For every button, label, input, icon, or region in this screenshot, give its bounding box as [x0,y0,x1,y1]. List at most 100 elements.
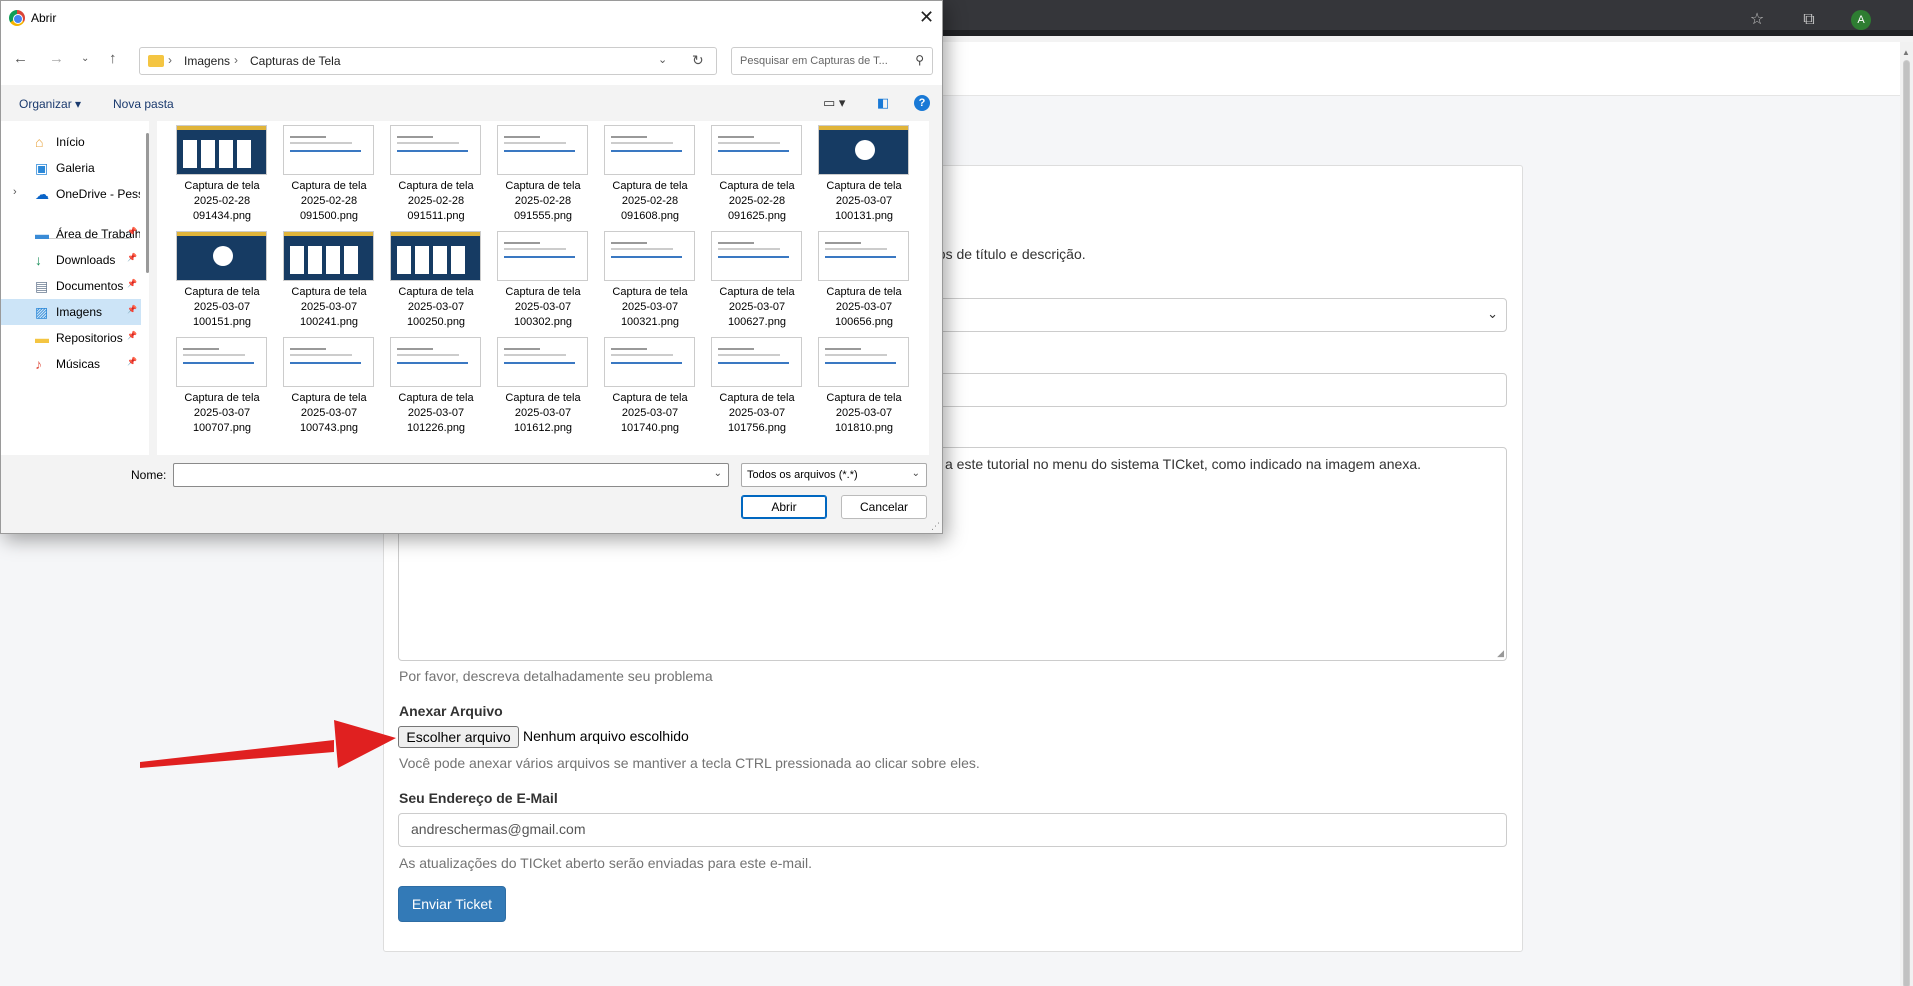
file-item[interactable]: Captura de tela 2025-03-07 101756.png [700,335,802,435]
profile-avatar[interactable]: A [1851,10,1871,30]
breadcrumb-capturas[interactable]: Capturas de Tela [250,54,341,68]
attach-label: Anexar Arquivo [399,703,503,719]
file-name-line: Captura de tela [184,180,260,192]
file-item[interactable]: Captura de tela 2025-03-07 101740.png [593,335,695,435]
submit-ticket-button[interactable]: Enviar Ticket [398,886,506,922]
file-item[interactable]: Captura de tela 2025-03-07 100743.png [272,335,374,435]
filename-input[interactable]: ⌄ [173,463,729,487]
file-thumbnail [283,125,374,175]
forward-arrow-icon[interactable]: → [49,49,64,69]
sidebar-item-repositorios[interactable]: ▬ Repositorios 📌 [1,325,141,351]
refresh-icon[interactable]: ↻ [692,52,704,69]
new-folder-button[interactable]: Nova pasta [113,97,174,111]
sidebar-item-label: Galeria [56,161,95,175]
file-item[interactable]: Captura de tela 2025-03-07 100627.png [700,229,802,329]
file-item[interactable]: Captura de tela 2025-03-07 100151.png [165,229,267,329]
pin-icon: 📌 [127,331,137,340]
email-input[interactable]: andreschermas@gmail.com [398,813,1507,847]
pin-icon: 📌 [127,305,137,314]
file-item[interactable]: Captura de tela 2025-03-07 101612.png [486,335,588,435]
file-item[interactable]: Captura de tela 2025-03-07 100321.png [593,229,695,329]
file-item[interactable]: Captura de tela 2025-02-28 091434.png [165,123,267,223]
close-icon[interactable]: ✕ [919,6,934,28]
open-button[interactable]: Abrir [741,495,827,519]
resize-grip-icon[interactable]: ⋰ [931,521,940,532]
address-dropdown-icon[interactable]: ⌄ [658,53,667,66]
sidebar-item-onedrive-pessoal[interactable]: › ☁ OneDrive - Pessoal [1,181,141,207]
file-name-line: 091500.png [299,210,359,222]
file-name: Captura de tela 2025-03-07 101810.png [807,391,921,436]
recent-chevron-icon[interactable]: ⌄ [81,49,89,69]
scroll-up-icon[interactable]: ▲ [1902,48,1910,57]
file-item[interactable]: Captura de tela 2025-03-07 101226.png [379,335,481,435]
expand-chevron-icon[interactable]: › [13,186,17,198]
file-name-line: Captura de tela [826,392,902,404]
sidebar-item-m-sicas[interactable]: ♪ Músicas 📌 [1,351,141,377]
file-item[interactable]: Captura de tela 2025-02-28 091555.png [486,123,588,223]
file-name-line: Captura de tela [826,286,902,298]
file-item[interactable]: Captura de tela 2025-03-07 100707.png [165,335,267,435]
email-help: As atualizações do TICket aberto serão e… [399,855,812,871]
sidebar-item-imagens[interactable]: ▨ Imagens 📌 [1,299,141,325]
sidebar-item-label: OneDrive - Pessoal [56,187,140,201]
cancel-button[interactable]: Cancelar [841,495,927,519]
organize-button[interactable]: Organizar ▾ [19,97,81,111]
file-name-line: Captura de tela [612,286,688,298]
back-arrow-icon[interactable]: ← [13,49,28,69]
choose-file-button[interactable]: Escolher arquivo [398,726,519,748]
chevron-down-icon[interactable]: ⌄ [714,468,722,479]
file-name: Captura de tela 2025-03-07 100627.png [700,285,814,330]
sidebar-item--rea-de-trabalho[interactable]: ▬ Área de Trabalho 📌 [1,221,141,247]
documents-icon: ▤ [35,278,49,294]
star-icon[interactable]: ☆ [1746,9,1768,31]
file-item[interactable]: Captura de tela 2025-03-07 100656.png [807,229,909,329]
address-bar[interactable]: › Imagens › Capturas de Tela ⌄ ↻ [139,47,717,75]
search-input[interactable]: Pesquisar em Capturas de T... ⚲ [731,47,933,75]
organize-label: Organizar [19,97,72,111]
view-options-icon[interactable]: ▭ ▾ [823,95,845,111]
file-name: Captura de tela 2025-03-07 101226.png [379,391,493,436]
file-thumbnail [818,337,909,387]
breadcrumb-imagens[interactable]: Imagens [184,54,230,68]
file-item[interactable]: Captura de tela 2025-03-07 101810.png [807,335,909,435]
extensions-icon[interactable]: ⧉ [1798,9,1820,31]
file-item[interactable]: Captura de tela 2025-02-28 091625.png [700,123,802,223]
file-name-line: 100707.png [192,422,252,434]
help-icon[interactable]: ? [914,95,930,111]
file-name: Captura de tela 2025-03-07 101740.png [593,391,707,436]
up-arrow-icon[interactable]: ↑ [109,49,117,69]
file-item[interactable]: Captura de tela 2025-03-07 100131.png [807,123,909,223]
file-item[interactable]: Captura de tela 2025-03-07 100241.png [272,229,374,329]
file-name-line: Captura de tela [184,392,260,404]
file-type-select[interactable]: Todos os arquivos (*.*) ⌄ [741,463,927,487]
file-name-line: 2025-02-28 [728,195,786,207]
scrollbar-thumb[interactable] [1903,60,1910,986]
file-name-line: 2025-03-07 [621,407,679,419]
file-name-line: Captura de tela [398,286,474,298]
file-item[interactable]: Captura de tela 2025-02-28 091511.png [379,123,481,223]
file-item[interactable]: Captura de tela 2025-03-07 100250.png [379,229,481,329]
pin-icon: 📌 [127,227,137,236]
sidebar-item-downloads[interactable]: ↓ Downloads 📌 [1,247,141,273]
preview-pane-icon[interactable]: ◧ [877,95,889,111]
file-name-line: 091608.png [620,210,680,222]
sidebar-item-in-cio[interactable]: ⌂ Início [1,129,141,155]
file-name-line: 100250.png [406,316,466,328]
dialog-navbar: ← → ⌄ ↑ › Imagens › Capturas de Tela ⌄ ↻… [1,35,942,85]
resize-handle-icon[interactable]: ◢ [1497,648,1504,659]
page-scrollbar[interactable]: ▲ [1900,42,1913,986]
file-name: Captura de tela 2025-02-28 091608.png [593,179,707,224]
sidebar-item-documentos[interactable]: ▤ Documentos 📌 [1,273,141,299]
dialog-titlebar[interactable]: Abrir ✕ [1,1,942,35]
chevron-down-icon: ⌄ [911,468,920,479]
file-name-line: 2025-03-07 [407,301,465,313]
file-item[interactable]: Captura de tela 2025-03-07 100302.png [486,229,588,329]
file-name-line: Captura de tela [184,286,260,298]
dialog-footer: Nome: ⌄ Todos os arquivos (*.*) ⌄ Abrir … [1,455,942,533]
file-name-line: 2025-03-07 [193,301,251,313]
file-name: Captura de tela 2025-03-07 100707.png [165,391,279,436]
sidebar-item-galeria[interactable]: ▣ Galeria [1,155,141,181]
file-item[interactable]: Captura de tela 2025-02-28 091608.png [593,123,695,223]
file-item[interactable]: Captura de tela 2025-02-28 091500.png [272,123,374,223]
nav-scrollbar[interactable] [146,133,149,273]
